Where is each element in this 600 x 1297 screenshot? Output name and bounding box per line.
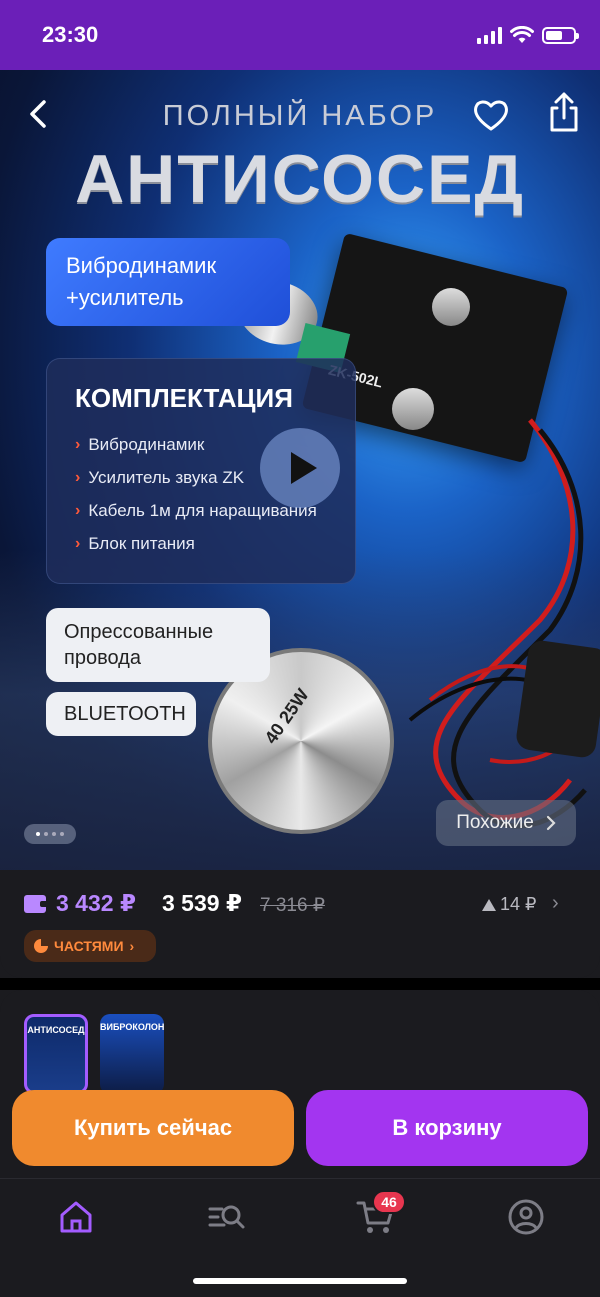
back-arrow-icon[interactable] — [18, 92, 62, 136]
similar-label: Похожие — [456, 812, 534, 833]
catalog-search-icon[interactable] — [202, 1193, 250, 1241]
chevron-right-icon[interactable]: › — [552, 892, 559, 915]
status-icons — [477, 26, 579, 44]
price-section: 3 432 ₽ 3 539 ₽ 7 316 ₽ 14 ₽ › ЧАСТЯМИ › — [0, 870, 600, 978]
chevron-right-icon: › — [75, 435, 81, 453]
product-image-carousel[interactable]: ZK-502L 40 25W ПОЛНЫЙ НАБОР АНТИСОСЕД Ви… — [0, 70, 600, 870]
variant-thumbnail[interactable]: ВИБРОКОЛОНКА — [100, 1014, 164, 1094]
cart-count-badge: 46 — [372, 1190, 406, 1214]
home-icon[interactable] — [52, 1193, 100, 1241]
power-adapter-image — [514, 638, 600, 760]
share-icon[interactable] — [544, 90, 584, 136]
wifi-icon — [510, 26, 534, 43]
chevron-right-icon: › — [75, 501, 81, 519]
price-change[interactable]: 14 ₽ — [482, 894, 536, 915]
play-video-button[interactable] — [260, 428, 340, 508]
pie-chart-icon — [34, 939, 48, 953]
old-price: 7 316 ₽ — [260, 895, 325, 916]
home-indicator — [193, 1278, 407, 1284]
kit-title: КОМПЛЕКТАЦИЯ — [75, 383, 293, 413]
profile-icon[interactable] — [502, 1193, 550, 1241]
feature-chip-bluetooth: BLUETOOTH — [46, 692, 196, 736]
chevron-right-icon: › — [75, 468, 81, 486]
installment-button[interactable]: ЧАСТЯМИ › — [24, 930, 156, 962]
add-to-cart-button[interactable]: В корзину — [306, 1090, 588, 1166]
chevron-right-icon: › — [129, 938, 135, 954]
carousel-indicator — [24, 824, 76, 844]
triangle-up-icon — [482, 898, 496, 911]
chevron-right-icon: › — [75, 534, 81, 552]
hero-title: АНТИСОСЕД — [75, 141, 525, 217]
feature-badge-speaker-amp: Вибродинамик +усилитель — [46, 238, 290, 326]
cellular-signal-icon — [477, 26, 502, 44]
feature-chip-crimped-wires: Опрессованные провода — [46, 608, 270, 682]
chevron-right-icon — [546, 815, 556, 831]
kit-item: › Блок питания — [75, 533, 195, 553]
regular-price: 3 539 ₽ — [162, 890, 242, 916]
favorite-heart-icon[interactable] — [470, 94, 512, 136]
similar-products-button[interactable]: Похожие — [436, 800, 576, 846]
buy-now-button[interactable]: Купить сейчас — [12, 1090, 294, 1166]
wallet-price: 3 432 ₽ — [56, 890, 136, 916]
status-time: 23:30 — [42, 22, 99, 47]
battery-icon — [542, 26, 579, 44]
variant-thumbnail-selected[interactable]: АНТИСОСЕД — [24, 1014, 88, 1094]
status-bar: 23:30 — [0, 0, 600, 70]
wallet-icon — [24, 895, 48, 913]
